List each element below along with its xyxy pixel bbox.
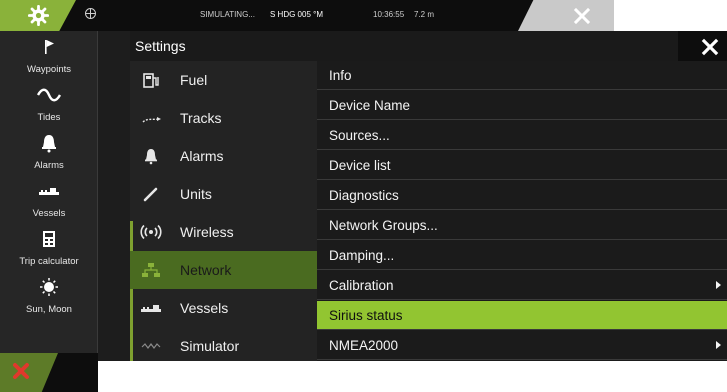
sidebar-item-waypoints[interactable]: Waypoints: [0, 31, 98, 81]
speed-status: 7.2 m: [414, 10, 435, 19]
sidebar-item-label: Vessels: [32, 208, 66, 219]
alarm-bell-icon: [42, 135, 56, 153]
sidebar-item-tides[interactable]: Tides: [0, 79, 98, 129]
category-label: Alarms: [180, 148, 224, 164]
category-label: Simulator: [180, 338, 240, 354]
category-label: Tracks: [180, 110, 222, 126]
option-device-list[interactable]: Device list: [317, 151, 727, 180]
category-units[interactable]: Units: [130, 175, 317, 213]
vessels-icon: [39, 188, 59, 195]
vessels-icon: [141, 305, 161, 312]
time-status: 10:36:55: [373, 10, 405, 19]
waypoint-flag-icon: [45, 40, 54, 54]
close-icon[interactable]: [572, 6, 592, 26]
option-label: Device Name: [329, 98, 411, 113]
category-vessels[interactable]: Vessels: [130, 289, 317, 327]
option-calibration[interactable]: Calibration: [317, 271, 727, 300]
option-sources[interactable]: Sources...: [317, 121, 727, 150]
wireless-icon: [140, 224, 162, 240]
option-sirius-status[interactable]: Sirius status: [317, 301, 727, 330]
category-wireless[interactable]: Wireless: [130, 213, 317, 251]
sidebar-bottom-bar: [0, 353, 98, 392]
category-label: Vessels: [180, 300, 229, 316]
category-label: Network: [180, 262, 232, 278]
sidebar-item-label: Trip calculator: [19, 256, 79, 267]
option-nmea2000[interactable]: NMEA2000: [317, 331, 727, 360]
sidebar-item-label: Alarms: [34, 160, 64, 171]
home-button[interactable]: [0, 0, 76, 31]
chevron-right-icon: [716, 281, 721, 289]
close-icon[interactable]: [701, 38, 719, 56]
network-icon: [142, 263, 160, 277]
tide-wave-icon: [36, 88, 62, 102]
tracks-icon: [142, 117, 161, 123]
sun-moon-icon: [40, 278, 58, 296]
category-simulator[interactable]: Simulator: [130, 327, 317, 365]
category-tracks[interactable]: Tracks: [130, 99, 317, 137]
option-label: Info: [329, 68, 352, 83]
close-icon: [13, 363, 29, 379]
dialog-title: Settings: [135, 38, 186, 54]
sidebar-item-sun-moon[interactable]: Sun, Moon: [0, 271, 98, 321]
category-network[interactable]: Network: [130, 251, 317, 289]
category-alarms[interactable]: Alarms: [130, 137, 317, 175]
settings-dialog: Settings Fuel Tracks Alarms Units Wirele…: [130, 31, 727, 361]
option-label: Device list: [329, 158, 391, 173]
category-label: Wireless: [180, 224, 234, 240]
top-status-bar: SIMULATING... S HDG 005 °M 10:36:55 7.2 …: [0, 0, 614, 31]
category-label: Fuel: [180, 72, 208, 88]
option-device-name[interactable]: Device Name: [317, 91, 727, 120]
sidebar-item-label: Sun, Moon: [26, 304, 72, 315]
trip-calculator-icon: [43, 231, 55, 247]
option-damping[interactable]: Damping...: [317, 241, 727, 270]
sidebar-item-label: Tides: [37, 112, 61, 123]
globe-icon: [85, 8, 96, 19]
settings-category-list: Fuel Tracks Alarms Units Wireless Networ…: [130, 61, 317, 361]
sidebar-item-vessels[interactable]: Vessels: [0, 175, 98, 225]
alarm-bell-icon: [145, 149, 157, 165]
units-ruler-icon: [143, 187, 158, 202]
option-info[interactable]: Info: [317, 61, 727, 90]
fuel-pump-icon: [143, 73, 159, 88]
background-close-tab: [518, 0, 614, 31]
sidebar-item-label: Waypoints: [27, 64, 71, 75]
category-fuel[interactable]: Fuel: [130, 61, 317, 99]
category-label: Units: [180, 186, 212, 202]
option-label: Sources...: [329, 128, 390, 143]
chevron-right-icon: [716, 341, 721, 349]
network-options-list: Info Device Name Sources... Device list …: [317, 61, 727, 361]
exit-button[interactable]: [0, 353, 58, 392]
option-label: Network Groups...: [329, 218, 438, 233]
option-label: Damping...: [329, 248, 395, 263]
option-label: Sirius status: [329, 308, 403, 323]
option-label: Calibration: [329, 278, 394, 293]
option-diagnostics[interactable]: Diagnostics: [317, 181, 727, 210]
sidebar-item-alarms[interactable]: Alarms: [0, 127, 98, 177]
option-label: Diagnostics: [329, 188, 399, 203]
sidebar-item-trip-calculator[interactable]: Trip calculator: [0, 223, 98, 273]
dialog-header: Settings: [130, 31, 727, 61]
option-network-groups[interactable]: Network Groups...: [317, 211, 727, 240]
simulator-icon: [141, 343, 161, 349]
option-label: NMEA2000: [329, 338, 399, 353]
simulating-status: SIMULATING...: [200, 10, 255, 19]
heading-status: S HDG 005 °M: [270, 10, 323, 19]
sidebar: Waypoints Tides Alarms Vessels Trip calc…: [0, 31, 98, 392]
gear-icon: [28, 5, 49, 26]
